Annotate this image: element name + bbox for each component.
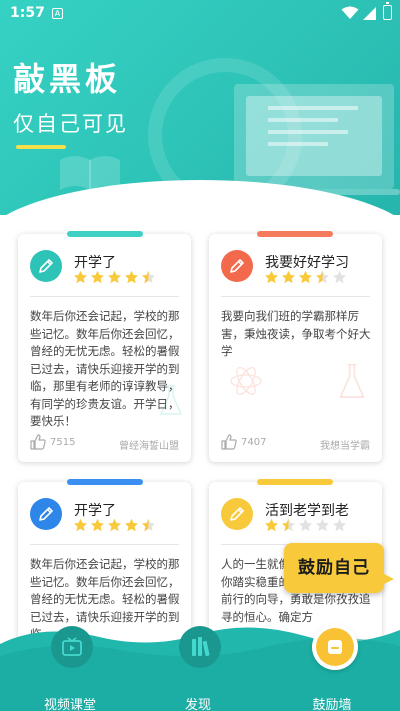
card-tab	[257, 231, 333, 237]
divider	[221, 296, 370, 297]
star-icon	[125, 518, 138, 532]
card-author: 我想当学霸	[320, 441, 370, 452]
card-tab	[67, 479, 143, 485]
nav-label: 发现	[184, 698, 211, 711]
card-footer: 7407 我想当学霸	[221, 434, 370, 452]
bottom-nav: 视频课堂 发现 鼓励墙	[0, 616, 400, 711]
card-tab	[257, 479, 333, 485]
thumbs-up-icon[interactable]	[30, 434, 46, 450]
encourage-tag-button[interactable]: 鼓励自己	[284, 543, 394, 593]
star-icon	[125, 270, 138, 284]
wifi-icon	[341, 6, 359, 19]
star-icon	[333, 518, 346, 532]
star-icon	[282, 518, 295, 532]
subtitle-underline	[16, 145, 66, 149]
card-title: 我要好好学习	[265, 255, 349, 271]
star-icon	[299, 518, 312, 532]
divider	[30, 296, 179, 297]
nav-item-discover[interactable]: 发现	[143, 626, 253, 711]
flask-icon	[159, 385, 183, 415]
nav-item-video[interactable]: 视频课堂	[15, 626, 125, 711]
battery-icon	[383, 2, 392, 20]
card-body: 我要向我们班的学霸那样厉害，秉烛夜读，争取考个好大学	[221, 309, 371, 358]
card-icon	[221, 250, 253, 282]
status-bar: 1:57 A	[0, 0, 400, 28]
app-subtitle: 仅自己可见	[13, 112, 128, 136]
notification-icon: A	[52, 8, 63, 19]
nav-label: 鼓励墙	[312, 698, 352, 711]
message-board-icon	[328, 640, 342, 654]
app-title: 敲黑板	[13, 60, 122, 98]
rating-stars	[73, 518, 158, 532]
divider	[30, 544, 179, 545]
card-icon	[221, 498, 253, 530]
star-icon	[299, 270, 312, 284]
note-card[interactable]: 开学了 数年后你还会记起，学校的那些记忆。数年后你还会回忆，曾经的无忧无虑。轻松…	[18, 234, 191, 462]
signal-icon	[363, 7, 376, 20]
flask-icon	[339, 363, 365, 398]
star-icon	[142, 270, 155, 284]
card-icon	[30, 498, 62, 530]
rating-stars	[264, 518, 349, 532]
nav-icon-circle	[179, 626, 221, 668]
book-icon	[60, 156, 120, 190]
rating-stars	[264, 270, 349, 284]
pencil-icon	[39, 259, 53, 273]
thumbs-up-icon[interactable]	[221, 434, 237, 450]
star-icon	[74, 270, 87, 284]
card-title: 活到老学到老	[265, 503, 349, 519]
star-icon	[91, 518, 104, 532]
nav-label: 视频课堂	[43, 698, 96, 711]
card-title: 开学了	[74, 503, 116, 519]
card-tab	[67, 231, 143, 237]
star-icon	[316, 270, 329, 284]
chalkboard-icon	[228, 84, 400, 195]
pencil-icon	[230, 259, 244, 273]
rating-stars	[73, 270, 158, 284]
card-author: 曾经海誓山盟	[119, 441, 179, 452]
card-title: 开学了	[74, 255, 116, 271]
atom-icon	[230, 367, 262, 395]
star-icon	[265, 270, 278, 284]
star-icon	[142, 518, 155, 532]
star-icon	[108, 518, 121, 532]
pencil-icon	[39, 507, 53, 521]
card-icon	[30, 250, 62, 282]
pencil-icon	[230, 507, 244, 521]
card-footer: 7515 曾经海誓山盟	[30, 434, 179, 452]
books-icon	[192, 637, 210, 657]
video-play-icon	[62, 637, 82, 656]
nav-icon-circle	[51, 626, 93, 668]
status-time: 1:57	[10, 5, 45, 21]
star-icon	[265, 518, 278, 532]
star-icon	[333, 270, 346, 284]
star-icon	[91, 270, 104, 284]
star-icon	[316, 518, 329, 532]
nav-item-encourage-wall[interactable]: 鼓励墙	[277, 624, 387, 711]
like-count: 7515	[50, 437, 76, 448]
star-icon	[74, 518, 87, 532]
nav-active-indicator	[312, 624, 358, 670]
star-icon	[108, 270, 121, 284]
note-card[interactable]: 我要好好学习 我要向我们班的学霸那样厉害，秉烛夜读，争取考个好大学 7407 我…	[209, 234, 382, 462]
star-icon	[282, 270, 295, 284]
like-count: 7407	[241, 437, 267, 448]
header-banner: 1:57 A 敲黑板 仅自己可见	[0, 0, 400, 215]
